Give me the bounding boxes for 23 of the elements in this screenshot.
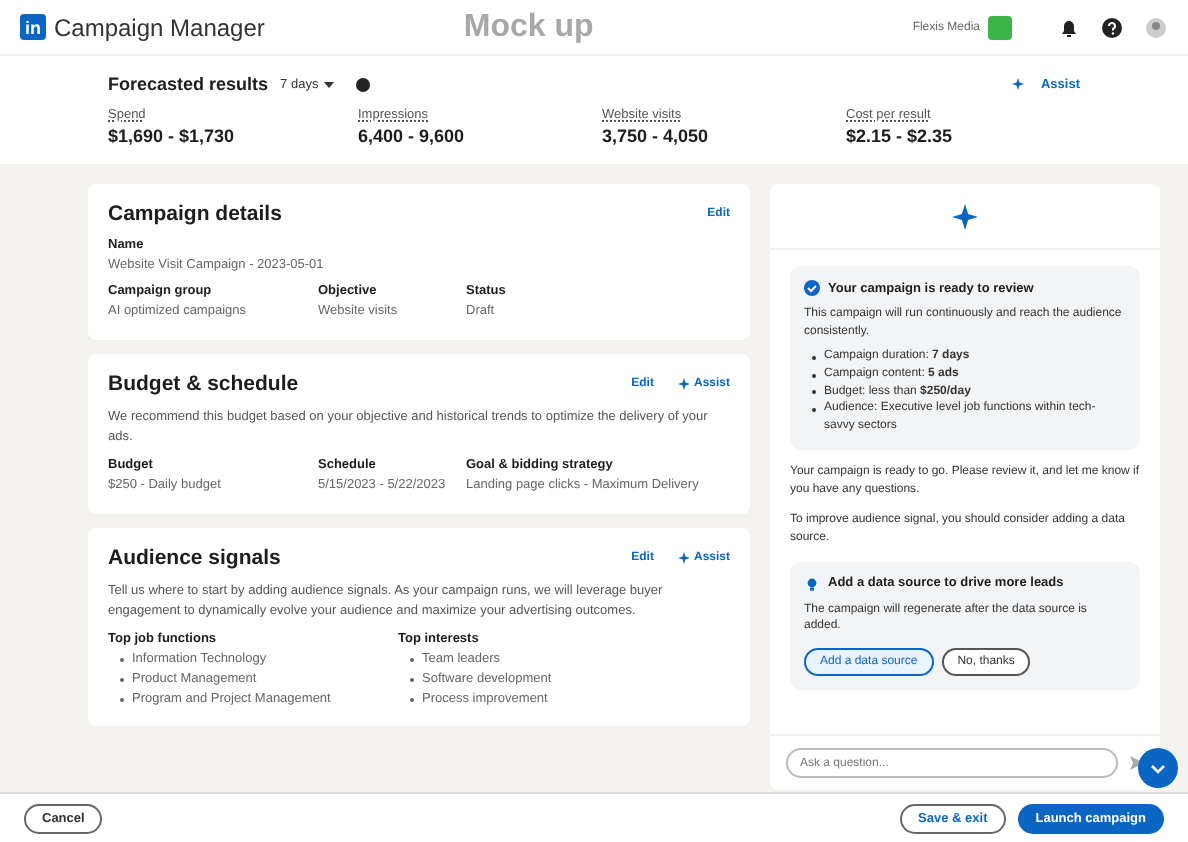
section-title: Forecasted results <box>108 74 269 94</box>
lightbulb-icon <box>804 575 820 592</box>
check-circle-icon <box>804 280 820 296</box>
caret-icon <box>324 81 335 87</box>
metric-value: 6,400 - 9,600 <box>358 126 467 146</box>
metric-value: $2.15 - $2.35 <box>846 126 955 146</box>
metric-value: 3,750 - 4,050 <box>602 126 711 146</box>
metric-value: $1,690 - $1,730 <box>108 126 237 146</box>
sparkle-icon <box>952 203 978 229</box>
chevron-down-icon <box>1150 763 1166 773</box>
notifications-icon[interactable] <box>1056 15 1080 39</box>
card-title: Campaign details <box>108 202 284 226</box>
app-title: Campaign Manager <box>54 13 265 41</box>
card-title: Audience signals <box>108 546 283 571</box>
account-badge-icon <box>988 15 1012 39</box>
sparkle-icon <box>677 378 690 391</box>
sparkle-icon <box>1012 78 1025 90</box>
mockup-label: Mock up <box>461 9 596 45</box>
sparkle-icon <box>677 552 690 565</box>
logo-icon: in <box>20 14 46 40</box>
avatar-icon[interactable] <box>1144 15 1168 39</box>
card-title: Budget & schedule <box>108 372 301 397</box>
scroll-down-button[interactable] <box>1138 748 1178 788</box>
